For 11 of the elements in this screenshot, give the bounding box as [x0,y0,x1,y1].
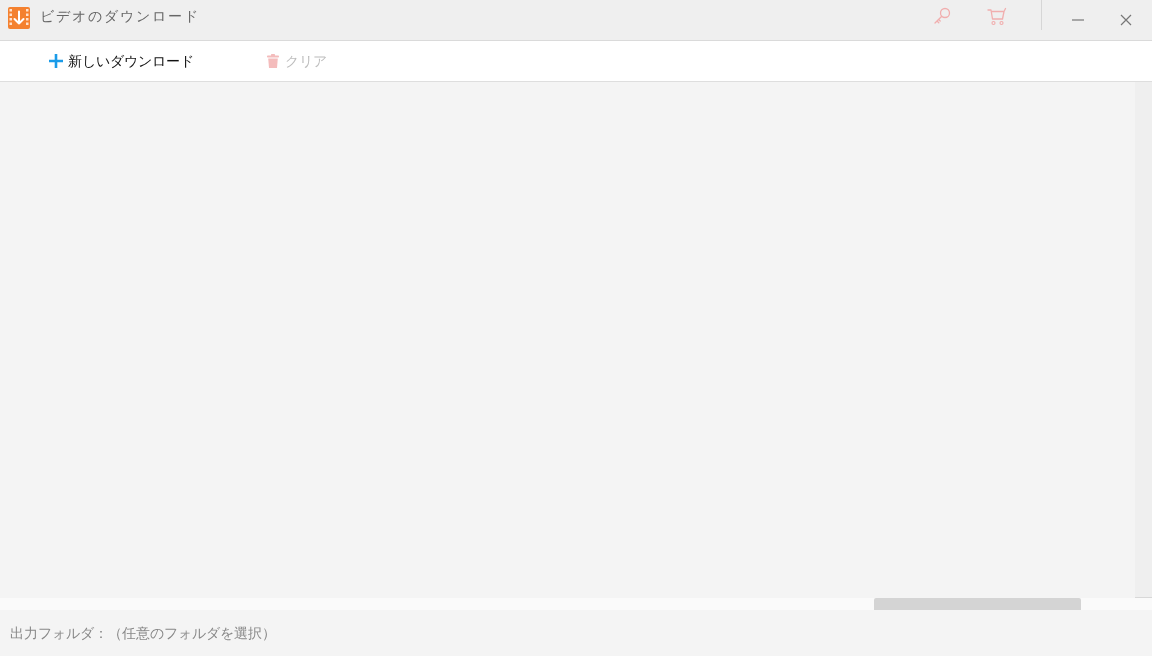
horizontal-scrollbar-thumb[interactable] [874,598,1081,610]
vertical-scrollbar-track[interactable] [1135,82,1152,598]
output-folder-label: 出力フォルダ：（任意のフォルダを選択） [10,623,276,643]
close-icon[interactable] [1119,13,1133,27]
cart-icon[interactable] [987,6,1007,26]
plus-icon [48,53,64,69]
new-download-button[interactable]: 新しいダウンロード [40,46,202,76]
window-title: ビデオのダウンロード [40,6,200,26]
key-icon[interactable] [932,6,952,26]
trash-icon [265,53,281,69]
app-logo-icon [8,7,30,29]
